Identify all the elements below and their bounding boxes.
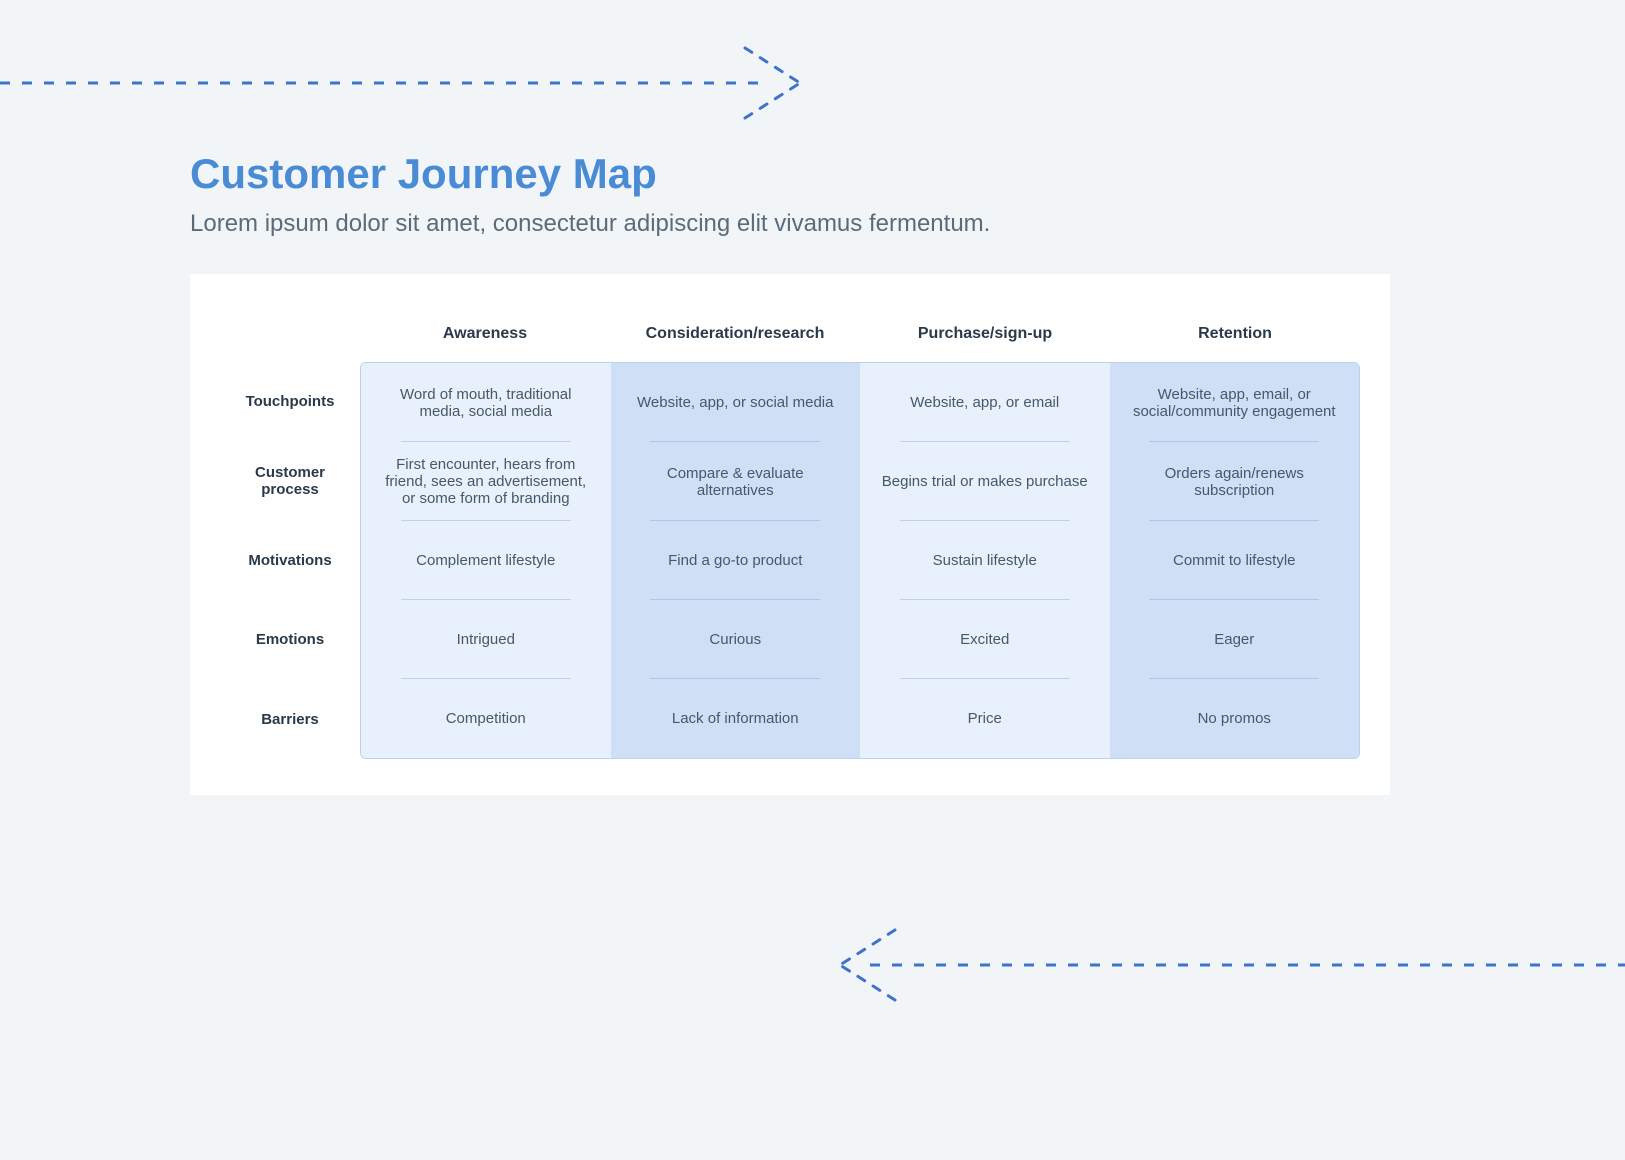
cell-touchpoints-consideration: Website, app, or social media	[611, 363, 861, 442]
cell-process-awareness: First encounter, hears from friend, sees…	[361, 442, 611, 521]
cell-emotions-consideration: Curious	[611, 600, 861, 679]
cell-touchpoints-awareness: Word of mouth, traditional media, social…	[361, 363, 611, 442]
cell-touchpoints-purchase: Website, app, or email	[860, 363, 1110, 442]
page-title: Customer Journey Map	[190, 150, 1420, 198]
row-touchpoints: Touchpoints	[220, 362, 360, 441]
cells-wrap: Word of mouth, traditional media, social…	[360, 362, 1360, 759]
row-motivations: Motivations	[220, 521, 360, 600]
col-purchase: Purchase/sign-up	[860, 306, 1110, 362]
cell-barriers-retention: No promos	[1110, 679, 1360, 758]
col-consideration: Consideration/research	[610, 306, 860, 362]
cell-motivations-awareness: Complement lifestyle	[361, 521, 611, 600]
row-emotions: Emotions	[220, 600, 360, 679]
cell-emotions-awareness: Intrigued	[361, 600, 611, 679]
row-barriers: Barriers	[220, 680, 360, 759]
cell-emotions-purchase: Excited	[860, 600, 1110, 679]
cell-process-consideration: Compare & evaluate alternatives	[611, 442, 861, 521]
cell-motivations-retention: Commit to lifestyle	[1110, 521, 1360, 600]
table-corner	[220, 306, 360, 362]
cell-barriers-consideration: Lack of information	[611, 679, 861, 758]
cell-barriers-awareness: Competition	[361, 679, 611, 758]
decorative-arrow-bottom	[0, 920, 1625, 1010]
row-customer-process: Customer process	[220, 441, 360, 520]
col-retention: Retention	[1110, 306, 1360, 362]
journey-table: Awareness Consideration/research Purchas…	[220, 306, 1360, 759]
content-area: Customer Journey Map Lorem ipsum dolor s…	[190, 150, 1420, 795]
cell-process-purchase: Begins trial or makes purchase	[860, 442, 1110, 521]
decorative-arrow-top	[0, 38, 1625, 128]
cell-emotions-retention: Eager	[1110, 600, 1360, 679]
cell-barriers-purchase: Price	[860, 679, 1110, 758]
col-awareness: Awareness	[360, 306, 610, 362]
cell-process-retention: Orders again/renews subscription	[1110, 442, 1360, 521]
page: Customer Journey Map Lorem ipsum dolor s…	[0, 0, 1625, 1160]
cell-touchpoints-retention: Website, app, email, or social/community…	[1110, 363, 1360, 442]
journey-card: Awareness Consideration/research Purchas…	[190, 274, 1390, 795]
cell-motivations-consideration: Find a go-to product	[611, 521, 861, 600]
cell-motivations-purchase: Sustain lifestyle	[860, 521, 1110, 600]
page-subtitle: Lorem ipsum dolor sit amet, consectetur …	[190, 210, 1420, 238]
